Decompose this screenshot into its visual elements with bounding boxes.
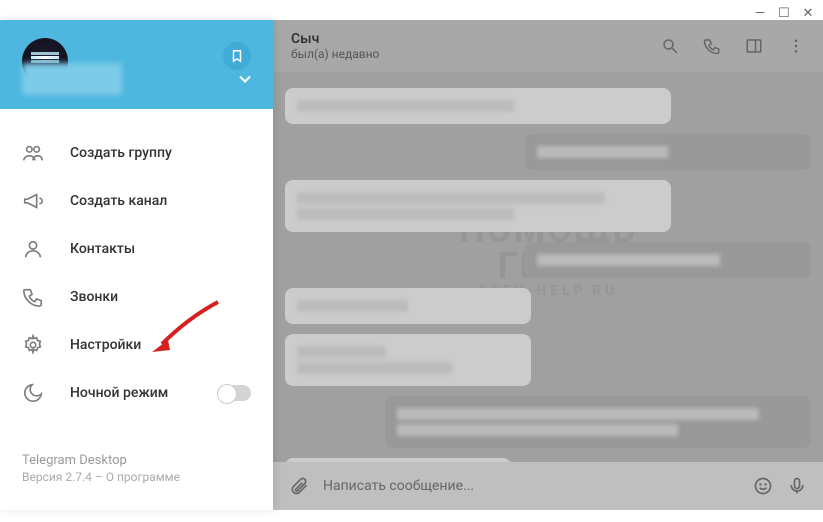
night-mode-toggle[interactable] bbox=[217, 385, 251, 401]
more-icon[interactable] bbox=[787, 37, 805, 55]
message-input[interactable]: Написать сообщение... bbox=[323, 478, 739, 494]
app-name-label: Telegram Desktop bbox=[22, 453, 251, 468]
message-bubble[interactable] bbox=[285, 334, 531, 386]
message-bubble[interactable] bbox=[525, 134, 811, 170]
menu-label: Звонки bbox=[70, 289, 118, 305]
username-label bbox=[22, 63, 122, 95]
message-composer: Написать сообщение... bbox=[273, 462, 823, 510]
bookmark-icon bbox=[230, 49, 244, 63]
chat-title[interactable]: Сыч bbox=[291, 31, 645, 47]
menu-label: Создать группу bbox=[70, 145, 172, 161]
gear-icon bbox=[22, 334, 44, 356]
version-label[interactable]: Версия 2.7.4 – О программе bbox=[22, 470, 251, 484]
chevron-down-icon bbox=[235, 69, 255, 89]
message-bubble[interactable] bbox=[525, 242, 811, 278]
menu-label: Ночной режим bbox=[70, 385, 168, 401]
menu-label: Контакты bbox=[70, 241, 135, 257]
drawer-menu: Создать группу Создать канал Контакты Зв… bbox=[0, 109, 273, 437]
chat-area: Сыч был(а) недавно ПОМОЩЬГИКА GEEK-HELP.… bbox=[273, 20, 823, 510]
message-bubble[interactable] bbox=[285, 88, 671, 124]
call-icon[interactable] bbox=[703, 37, 721, 55]
drawer-footer: Telegram Desktop Версия 2.7.4 – О програ… bbox=[0, 437, 273, 510]
chat-header: Сыч был(а) недавно bbox=[273, 20, 823, 72]
microphone-icon[interactable] bbox=[787, 476, 807, 496]
menu-label: Создать канал bbox=[70, 193, 167, 209]
window-close-button[interactable]: ✕ bbox=[801, 6, 815, 20]
message-bubble[interactable] bbox=[285, 180, 671, 232]
menu-label: Настройки bbox=[70, 337, 141, 353]
attach-icon[interactable] bbox=[289, 476, 309, 496]
group-icon bbox=[22, 142, 44, 164]
search-icon[interactable] bbox=[661, 37, 679, 55]
account-row[interactable] bbox=[22, 63, 255, 95]
menu-item-settings[interactable]: Настройки bbox=[0, 321, 273, 369]
message-bubble[interactable] bbox=[285, 288, 531, 324]
menu-item-create-group[interactable]: Создать группу bbox=[0, 129, 273, 177]
emoji-icon[interactable] bbox=[753, 476, 773, 496]
main-menu-drawer: Создать группу Создать канал Контакты Зв… bbox=[0, 20, 273, 510]
menu-item-calls[interactable]: Звонки bbox=[0, 273, 273, 321]
chat-status: был(а) недавно bbox=[291, 47, 645, 61]
phone-icon bbox=[22, 286, 44, 308]
message-bubble[interactable] bbox=[285, 458, 511, 462]
menu-item-create-channel[interactable]: Создать канал bbox=[0, 177, 273, 225]
megaphone-icon bbox=[22, 190, 44, 212]
message-bubble[interactable] bbox=[385, 396, 811, 448]
messages-list[interactable]: ПОМОЩЬГИКА GEEK-HELP.RU bbox=[273, 72, 823, 462]
person-icon bbox=[22, 238, 44, 260]
window-maximize-button[interactable]: ☐ bbox=[777, 6, 791, 20]
menu-item-night-mode[interactable]: Ночной режим bbox=[0, 369, 273, 417]
window-minimize-button[interactable]: — bbox=[753, 6, 767, 20]
side-panel-icon[interactable] bbox=[745, 37, 763, 55]
window-controls: — ☐ ✕ bbox=[753, 6, 815, 20]
drawer-header bbox=[0, 20, 273, 109]
menu-item-contacts[interactable]: Контакты bbox=[0, 225, 273, 273]
moon-icon bbox=[22, 382, 44, 404]
